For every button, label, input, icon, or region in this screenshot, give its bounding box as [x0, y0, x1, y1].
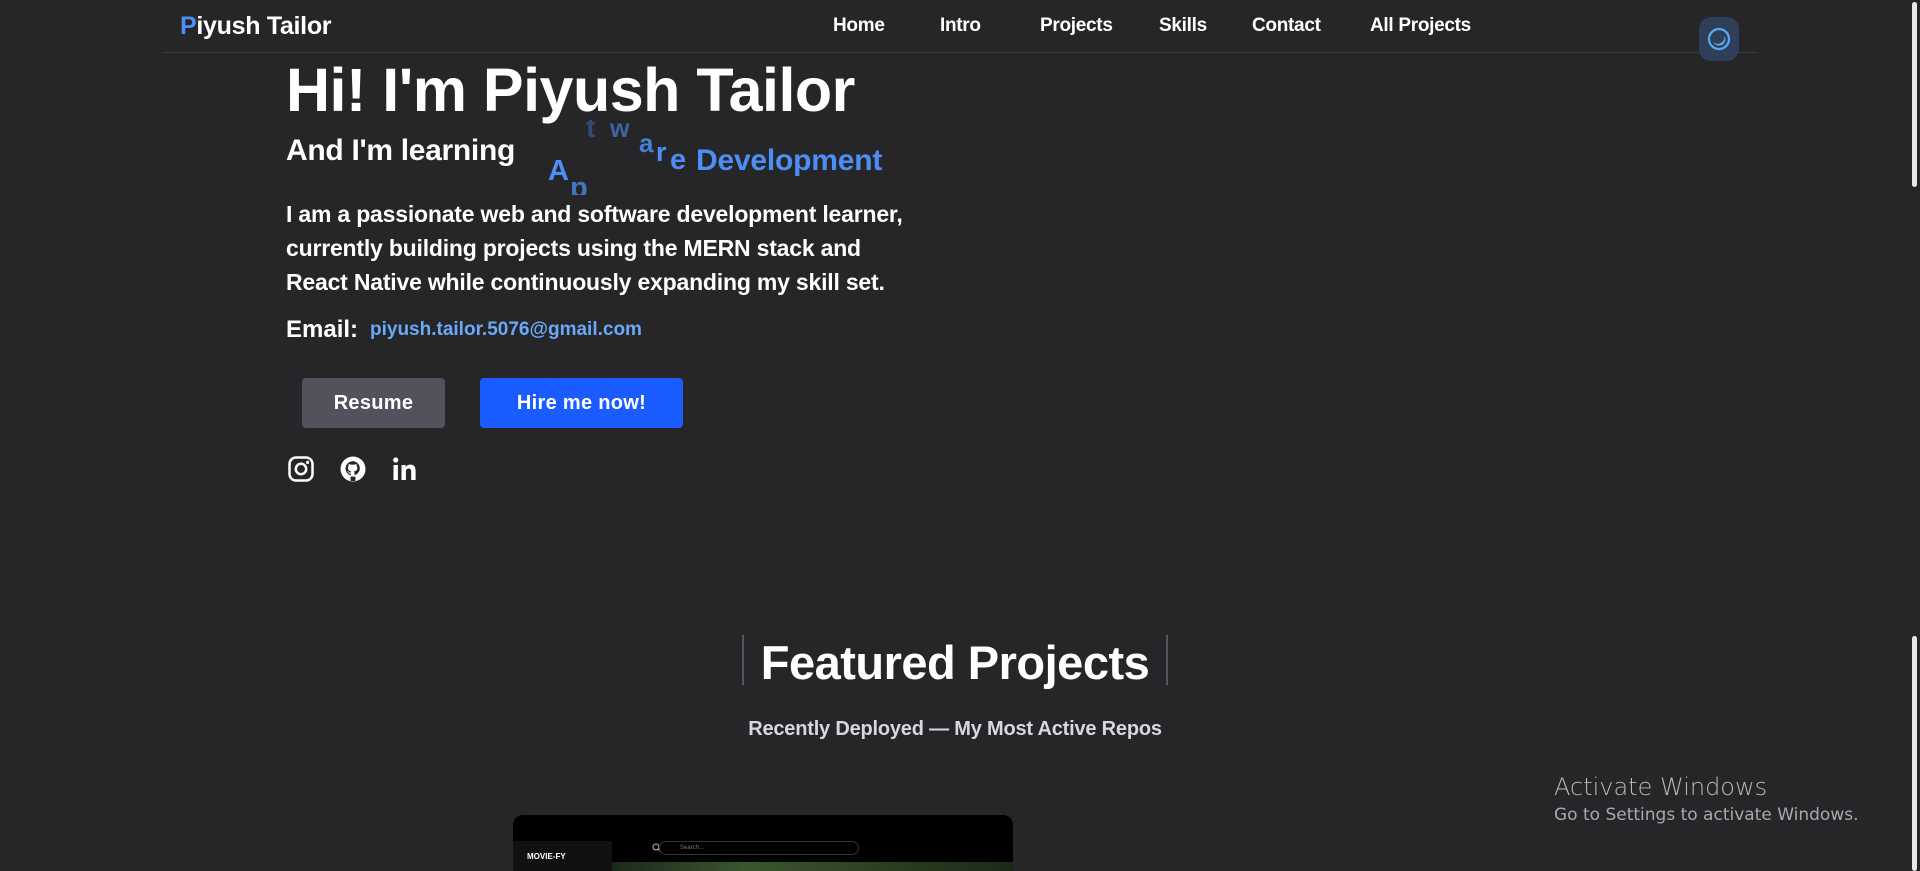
hire-me-button[interactable]: Hire me now! [480, 378, 683, 428]
scrollbar-thumb[interactable] [1912, 2, 1917, 187]
animated-letter: r [656, 137, 667, 167]
card-logo: MOVIE-FY [527, 852, 566, 861]
email-label: Email: [286, 316, 359, 343]
nav-all-projects[interactable]: All Projects [1370, 15, 1471, 37]
project-card[interactable]: MOVIE-FY Search... [513, 815, 1013, 871]
nav-skills[interactable]: Skills [1159, 15, 1207, 37]
github-icon[interactable] [339, 455, 367, 483]
resume-button[interactable]: Resume [302, 378, 445, 428]
animated-letter: w [610, 120, 630, 143]
featured-subtitle: Recently Deployed — My Most Active Repos [748, 718, 1162, 740]
animated-letter: t [586, 120, 596, 144]
nav-projects[interactable]: Projects [1040, 15, 1113, 37]
logo-initial: P [180, 12, 197, 40]
linkedin-icon[interactable] [391, 455, 419, 483]
instagram-icon[interactable] [287, 455, 315, 483]
nav-contact[interactable]: Contact [1252, 15, 1321, 37]
theme-toggle-icon [1707, 27, 1731, 51]
animated-letter: e [670, 144, 687, 176]
nav-home[interactable]: Home [833, 15, 885, 37]
logo-text: iyush Tailor [196, 12, 332, 40]
hero-title: Hi! I'm Piyush Tailor [286, 56, 855, 124]
logo[interactable]: Piyush Tailor [180, 12, 332, 41]
featured-title: Featured Projects [760, 636, 1150, 689]
scrollbar-thumb-secondary[interactable] [1912, 636, 1917, 871]
animated-word: Development [696, 144, 883, 177]
nav-intro[interactable]: Intro [940, 15, 981, 37]
theme-toggle-button[interactable] [1699, 17, 1739, 61]
hero-description: I am a passionate web and software devel… [286, 201, 903, 295]
scrollbar[interactable] [1909, 0, 1920, 871]
activate-windows-subtitle: Go to Settings to activate Windows. [1554, 805, 1859, 825]
activate-windows-title: Activate Windows [1554, 773, 1768, 801]
hero-subtitle: And I'm learning [286, 134, 516, 167]
animated-text: A p t w a r e Development [548, 120, 908, 195]
animated-letter: A [548, 155, 569, 187]
animated-letter: a [639, 128, 654, 158]
navbar: Piyush Tailor Home Intro Projects Skills… [163, 0, 1757, 61]
card-preview-image [612, 862, 1013, 871]
card-search-input: Search... [659, 841, 859, 855]
animated-letter: p [570, 172, 588, 195]
email-link[interactable]: piyush.tailor.5076@gmail.com [370, 319, 642, 341]
featured-title-box: Featured Projects [742, 635, 1168, 689]
